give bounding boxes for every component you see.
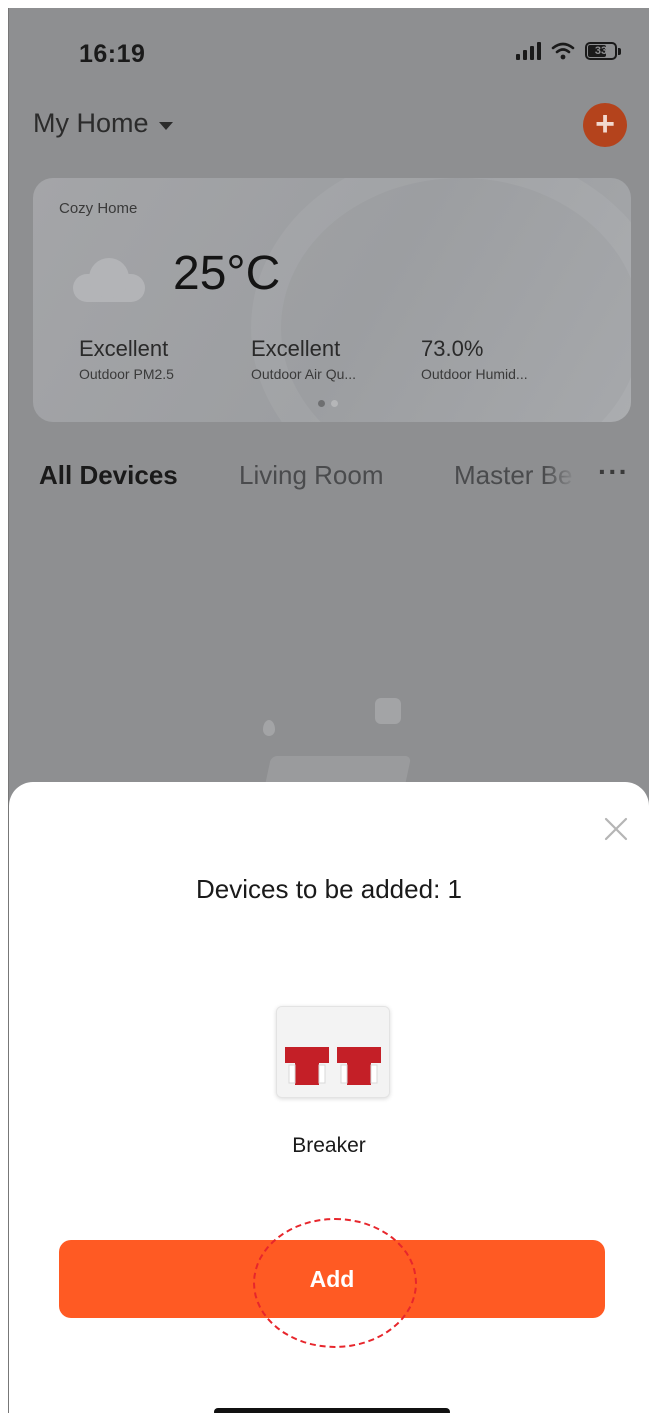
more-tabs-icon[interactable]: ··· — [598, 456, 629, 488]
sheet-title: Devices to be added: 1 — [196, 874, 462, 904]
close-icon — [604, 817, 628, 841]
card-home-name: Cozy Home — [59, 200, 138, 217]
metric-label: Outdoor PM2.5 — [79, 366, 174, 382]
app-screen: 16:19 33 My Home + Cozy Home 25°C Excell… — [8, 8, 649, 1413]
device-name: Breaker — [292, 1134, 366, 1157]
weather-card[interactable]: Cozy Home 25°C Excellent Outdoor PM2.5 E… — [33, 178, 631, 422]
metric-label: Outdoor Air Qu... — [251, 366, 357, 382]
breaker-device-tile[interactable] — [276, 1006, 390, 1098]
cloud-icon — [73, 258, 145, 302]
metric-humidity: 73.0% Outdoor Humid... — [421, 336, 528, 382]
plug-icon — [375, 698, 401, 724]
add-devices-sheet: Devices to be added: 1 Breaker Add — [9, 782, 649, 1413]
home-indicator[interactable] — [214, 1408, 450, 1413]
battery-icon: 33 — [585, 42, 621, 60]
cellular-signal-icon — [516, 42, 541, 60]
add-device-button[interactable]: + — [583, 103, 627, 147]
add-button[interactable]: Add — [59, 1240, 605, 1318]
caret-down-icon — [158, 121, 173, 130]
pager-dot — [331, 400, 338, 407]
metric-value: Excellent — [251, 336, 341, 361]
battery-level: 33 — [594, 45, 608, 57]
card-pager — [318, 400, 338, 407]
status-time: 16:19 — [79, 40, 146, 68]
metric-air-quality: Excellent Outdoor Air Qu... — [251, 336, 356, 382]
drop-icon — [263, 720, 275, 736]
tab-all-devices[interactable]: All Devices — [39, 460, 178, 491]
card-decoration — [251, 178, 631, 422]
metric-pm25: Excellent Outdoor PM2.5 — [79, 336, 174, 382]
tab-fade — [544, 456, 584, 496]
temperature: 25°C — [173, 247, 281, 300]
home-name: My Home — [33, 108, 149, 138]
breaker-icon — [277, 1007, 389, 1097]
metric-label: Outdoor Humid... — [421, 366, 528, 382]
metric-value: 73.0% — [421, 336, 484, 361]
home-selector[interactable]: My Home — [33, 108, 173, 139]
plus-icon: + — [595, 105, 615, 143]
pager-dot-active — [318, 400, 325, 407]
wifi-icon — [551, 42, 575, 60]
close-button[interactable] — [599, 812, 633, 846]
empty-devices-illustration — [249, 698, 429, 796]
add-button-label: Add — [309, 1265, 355, 1292]
status-icons: 33 — [516, 42, 621, 60]
tab-living-room[interactable]: Living Room — [239, 460, 384, 491]
metric-value: Excellent — [79, 336, 169, 361]
